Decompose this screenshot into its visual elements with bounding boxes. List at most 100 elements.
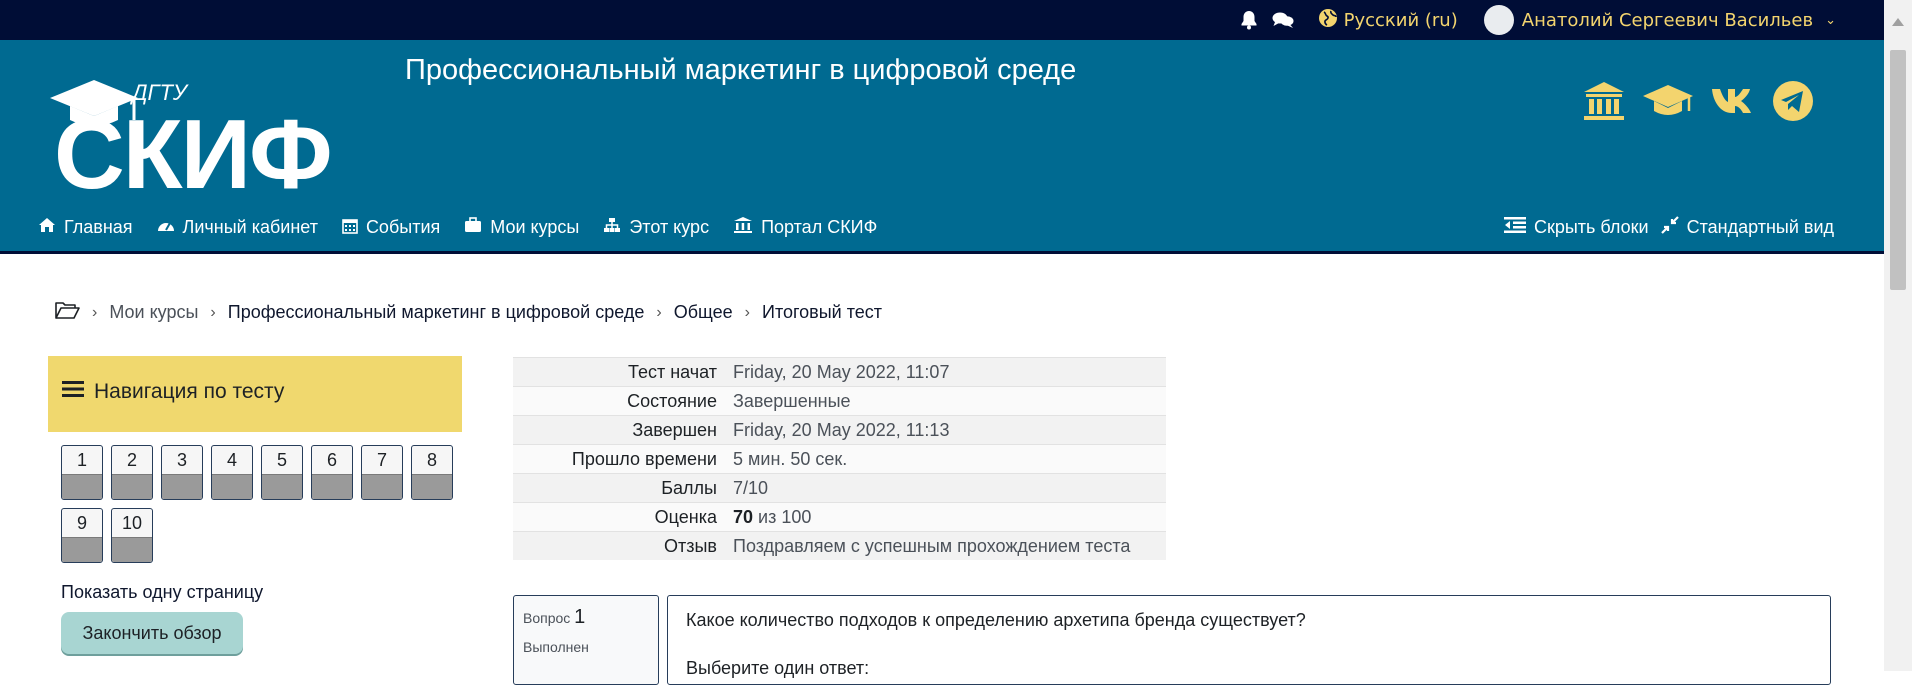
question-button-number: 7	[376, 450, 387, 470]
breadcrumb-section[interactable]: Общее	[674, 302, 733, 323]
question-button[interactable]: 6	[311, 445, 353, 500]
quiz-navigation-label: Навигация по тесту	[94, 380, 285, 403]
summary-value: 7/10	[725, 473, 1166, 503]
summary-label: Прошло времени	[513, 444, 725, 474]
question-label: Вопрос	[523, 610, 571, 626]
breadcrumb-my-courses[interactable]: Мои курсы	[109, 302, 198, 323]
table-row: Тест начат Friday, 20 May 2022, 11:07	[513, 357, 1166, 387]
question-button[interactable]: 1	[61, 445, 103, 500]
question-button[interactable]: 3	[161, 445, 203, 500]
question-status-bar	[412, 474, 452, 499]
page-scrollbar[interactable]	[1884, 0, 1912, 671]
nav-this-course[interactable]: Этот курс	[603, 217, 709, 238]
scroll-up-arrow-icon[interactable]	[1892, 18, 1904, 26]
question-status-bar	[112, 537, 152, 562]
standard-view-label: Стандартный вид	[1686, 217, 1834, 237]
nav-my-courses[interactable]: Мои курсы	[464, 217, 579, 238]
top-bar-right: Русский (ru) Анатолий Сергеевич Васильев…	[1240, 0, 1836, 40]
grade-value: 70	[733, 506, 754, 527]
header: ДГТУ СКИФ Профессиональный маркетинг в ц…	[0, 40, 1884, 254]
summary-value: 70 из 100	[725, 502, 1166, 532]
messages-icon[interactable]	[1272, 11, 1294, 29]
nav-events[interactable]: События	[342, 217, 440, 239]
user-menu[interactable]: Анатолий Сергеевич Васильев ⌄	[1483, 5, 1836, 35]
question-button-number: 9	[76, 513, 87, 533]
summary-label: Завершен	[513, 415, 725, 445]
summary-value: Friday, 20 May 2022, 11:07	[725, 357, 1166, 387]
nav-dashboard[interactable]: Личный кабинет	[157, 217, 318, 238]
nav-dashboard-label: Личный кабинет	[182, 217, 318, 237]
scrollbar-thumb[interactable]	[1890, 50, 1906, 290]
dashboard-icon	[157, 217, 175, 238]
social-links	[1582, 80, 1814, 126]
question-status-bar	[112, 474, 152, 499]
breadcrumb: › Мои курсы › Профессиональный маркетинг…	[54, 300, 882, 325]
language-label: Русский (ru)	[1343, 9, 1458, 31]
question-button[interactable]: 9	[61, 508, 103, 563]
question-button[interactable]: 4	[211, 445, 253, 500]
question-info: Вопрос 1 Выполнен	[513, 595, 659, 685]
logo-main-text: СКИФ	[54, 99, 331, 208]
hide-blocks-button[interactable]: Скрыть блоки	[1503, 217, 1649, 238]
question-button-number: 6	[326, 450, 337, 470]
breadcrumb-quiz[interactable]: Итоговый тест	[762, 302, 882, 323]
question-button[interactable]: 2	[111, 445, 153, 500]
user-name: Анатолий Сергеевич Васильев	[1521, 9, 1814, 31]
university-small-icon	[733, 216, 753, 239]
question-status-bar	[262, 474, 302, 499]
course-title: Профессиональный маркетинг в цифровой ср…	[405, 54, 1077, 86]
globe-icon	[1318, 8, 1338, 33]
question-button[interactable]: 8	[411, 445, 453, 500]
finish-review-button[interactable]: Закончить обзор	[61, 612, 243, 654]
attempt-summary-table: Тест начат Friday, 20 May 2022, 11:07 Сос…	[513, 357, 1166, 560]
question-status-bar	[62, 474, 102, 499]
nav-my-courses-label: Мои курсы	[490, 217, 580, 237]
summary-label: Отзыв	[513, 531, 725, 560]
summary-label: Оценка	[513, 502, 725, 532]
breadcrumb-course[interactable]: Профессиональный маркетинг в цифровой ср…	[228, 302, 645, 323]
table-row: Отзыв Поздравляем с успешным прохождением…	[513, 531, 1166, 560]
question-button-number: 2	[126, 450, 137, 470]
top-bar: Русский (ru) Анатолий Сергеевич Васильев…	[0, 0, 1884, 40]
question-button-number: 10	[121, 513, 143, 533]
summary-label: Тест начат	[513, 357, 725, 387]
folder-open-icon[interactable]	[54, 300, 80, 325]
calendar-icon	[342, 217, 358, 239]
summary-label: Баллы	[513, 473, 725, 503]
question-status-bar	[62, 537, 102, 562]
summary-label: Состояние	[513, 386, 725, 416]
breadcrumb-separator: ›	[92, 303, 98, 321]
table-row: Оценка 70 из 100	[513, 502, 1166, 532]
summary-value: 5 мин. 50 сек.	[725, 444, 1166, 474]
breadcrumb-separator: ›	[656, 303, 662, 321]
question-button[interactable]: 10	[111, 508, 153, 563]
university-icon[interactable]	[1582, 80, 1626, 126]
nav-home[interactable]: Главная	[38, 217, 133, 238]
site-logo[interactable]: ДГТУ СКИФ	[42, 58, 372, 209]
grade-suffix: из 100	[753, 506, 812, 527]
question-status-bar	[212, 474, 252, 499]
avatar	[1483, 5, 1514, 35]
question-button[interactable]: 5	[261, 445, 303, 500]
language-menu[interactable]: Русский (ru)	[1318, 8, 1458, 33]
vk-icon[interactable]	[1710, 86, 1756, 120]
table-row: Баллы 7/10	[513, 473, 1166, 503]
question-number-value: 1	[574, 606, 586, 628]
question-number: Вопрос 1	[523, 606, 585, 629]
standard-view-button[interactable]: Стандартный вид	[1660, 216, 1834, 239]
graduation-cap-icon[interactable]	[1642, 81, 1694, 125]
nav-this-course-label: Этот курс	[629, 217, 710, 237]
question-status-bar	[312, 474, 352, 499]
question-button[interactable]: 7	[361, 445, 403, 500]
quiz-navigation-block: Навигация по тесту	[48, 356, 462, 432]
bell-icon[interactable]	[1240, 10, 1258, 30]
summary-value: Поздравляем с успешным прохождением тест…	[725, 531, 1166, 560]
show-one-page-link[interactable]: Показать одну страницу	[61, 582, 263, 603]
sitemap-icon	[603, 217, 621, 238]
home-icon	[38, 217, 56, 238]
nav-portal[interactable]: Портал СКИФ	[733, 216, 877, 239]
question-content: Какое количество подходов к определению …	[667, 595, 1831, 685]
hide-blocks-label: Скрыть блоки	[1533, 217, 1649, 237]
telegram-icon[interactable]	[1772, 80, 1814, 126]
question-state: Выполнен	[523, 639, 589, 655]
